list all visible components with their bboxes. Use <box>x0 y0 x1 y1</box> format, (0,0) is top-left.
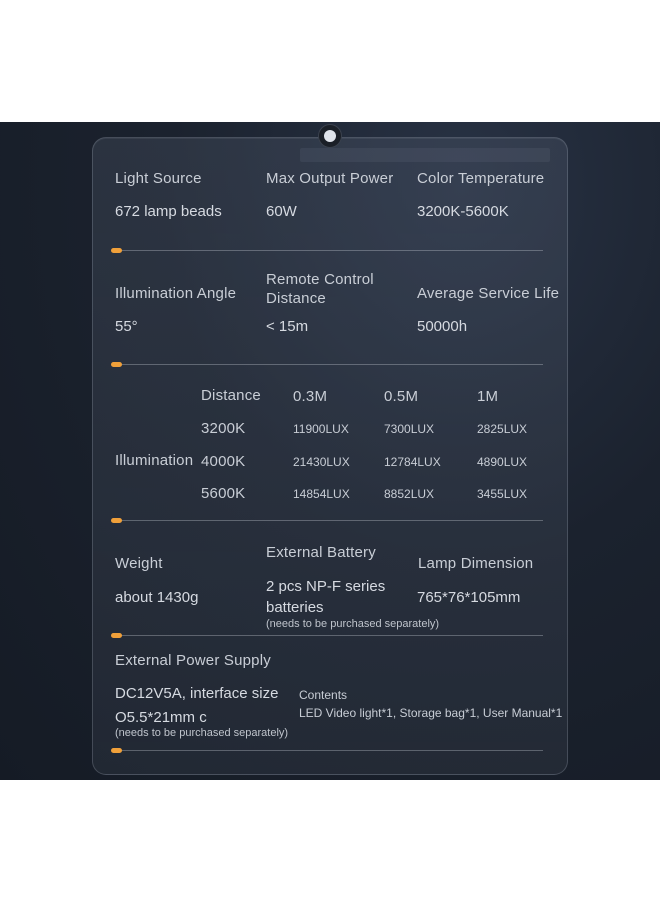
illumination-angle-value: 55° <box>115 318 138 335</box>
table-header-0-5m: 0.5M <box>384 388 419 405</box>
table-cell: 11900LUX <box>293 422 349 436</box>
table-cell: 4890LUX <box>477 455 528 469</box>
external-battery-value-line2: batteries <box>266 599 324 616</box>
divider <box>113 520 543 521</box>
external-battery-label: External Battery <box>266 544 376 561</box>
service-life-value: 50000h <box>417 318 468 335</box>
external-power-value-line1: DC12V5A, interface size <box>115 685 279 702</box>
table-cell: 14854LUX <box>293 487 350 501</box>
illumination-angle-label: Illumination Angle <box>115 285 237 302</box>
external-battery-note: (needs to be purchased separately) <box>266 618 440 630</box>
contents-value: LED Video light*1, Storage bag*1, User M… <box>299 706 563 720</box>
table-cell: 8852LUX <box>384 487 435 501</box>
table-row-temp: 5600K <box>201 485 246 502</box>
external-power-value-line2: O5.5*21mm c <box>115 709 207 726</box>
table-cell: 21430LUX <box>293 455 350 469</box>
max-power-label: Max Output Power <box>266 170 394 187</box>
remote-distance-label-line1: Remote Control <box>266 271 374 288</box>
contents-label: Contents <box>299 688 348 702</box>
external-power-note: (needs to be purchased separately) <box>115 727 289 739</box>
divider <box>113 635 543 636</box>
divider <box>113 750 543 751</box>
lamp-dimension-value: 765*76*105mm <box>417 589 521 606</box>
color-temp-label: Color Temperature <box>417 170 545 187</box>
service-life-label: Average Service Life <box>417 285 560 302</box>
table-cell: 2825LUX <box>477 422 528 436</box>
external-battery-value-line1: 2 pcs NP-F series <box>266 578 386 595</box>
hanger-knob-icon <box>318 124 342 148</box>
accent-marker <box>111 748 122 753</box>
table-header-distance: Distance <box>201 387 261 404</box>
divider <box>113 250 543 251</box>
remote-distance-value: < 15m <box>266 318 309 335</box>
remote-distance-label-line2: Distance <box>266 290 326 307</box>
table-header-1m: 1M <box>477 388 499 405</box>
accent-marker <box>111 518 122 523</box>
weight-value: about 1430g <box>115 589 199 606</box>
divider <box>113 364 543 365</box>
table-cell: 7300LUX <box>384 422 435 436</box>
card-header-strip <box>300 148 550 162</box>
color-temp-value: 3200K-5600K <box>417 203 509 220</box>
table-row-temp: 3200K <box>201 420 246 437</box>
table-row-temp: 4000K <box>201 453 246 470</box>
illumination-label: Illumination <box>115 452 194 469</box>
light-source-label: Light Source <box>115 170 202 187</box>
external-power-label: External Power Supply <box>115 652 271 669</box>
lamp-dimension-label: Lamp Dimension <box>418 555 534 572</box>
accent-marker <box>111 248 122 253</box>
table-cell: 3455LUX <box>477 487 528 501</box>
table-cell: 12784LUX <box>384 455 441 469</box>
accent-marker <box>111 362 122 367</box>
accent-marker <box>111 633 122 638</box>
max-power-value: 60W <box>266 203 297 220</box>
table-header-0-3m: 0.3M <box>293 388 328 405</box>
weight-label: Weight <box>115 555 163 572</box>
light-source-value: 672 lamp beads <box>115 203 222 220</box>
